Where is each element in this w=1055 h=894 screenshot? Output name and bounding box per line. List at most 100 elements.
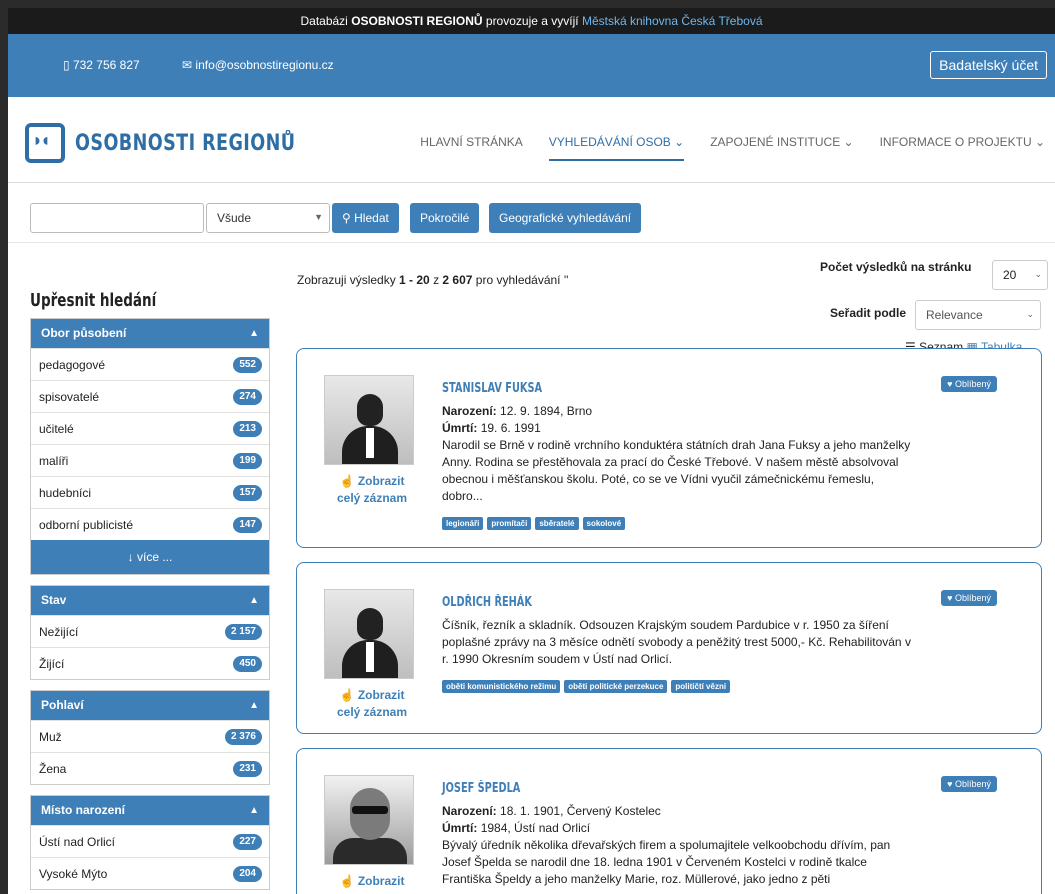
favorite-button[interactable]: ♥ Oblíbený <box>941 590 997 606</box>
person-bio: Bývalý úředník několika dřevařských fire… <box>442 838 891 886</box>
show-full-record-link[interactable]: ☝ Zobrazit celý záznam <box>327 473 417 507</box>
search-scope-value: Všude <box>217 211 252 225</box>
facet-item[interactable]: odborní publicisté 147 <box>31 508 269 540</box>
favorite-button[interactable]: ♥ Oblíbený <box>941 376 997 392</box>
screen-frame: Databázi OSOBNOSTI REGIONŮ provozuje a v… <box>0 0 1055 894</box>
count-badge: 2 157 <box>224 624 262 640</box>
operator-middle: provozuje a vyvíjí <box>485 14 579 28</box>
person-name[interactable]: JOSEF ŠPEDLA <box>442 781 520 796</box>
logo-text: OSOBNOSTI REGIONŮ <box>75 130 296 156</box>
library-link[interactable]: Městská knihovna Česká Třebová <box>582 14 763 28</box>
menu-institutions[interactable]: ZAPOJENÉ INSTITUCE ⌄ <box>710 135 853 161</box>
death-label: Úmrtí: <box>442 821 478 835</box>
geo-search-button[interactable]: Geografické vyhledávání <box>489 203 642 233</box>
tag[interactable]: legionáři <box>442 517 484 530</box>
researcher-account-button[interactable]: Badatelský účet <box>930 51 1047 79</box>
sort-select[interactable]: Relevance ⌄ <box>915 300 1041 330</box>
show-more-button[interactable]: ↓ více ... <box>31 540 269 574</box>
chevron-down-icon: ⌄ <box>1034 269 1042 279</box>
facet-item[interactable]: Žena 231 <box>31 752 269 784</box>
person-tags: legionáři promítači sběratelé sokolové <box>442 517 626 530</box>
page: Databázi OSOBNOSTI REGIONŮ provozuje a v… <box>8 8 1055 894</box>
email[interactable]: ✉ info@osobnostiregionu.cz <box>182 58 334 72</box>
birth-value: 12. 9. 1894, Brno <box>500 404 593 418</box>
facet-title: Stav <box>41 593 67 607</box>
person-photo <box>324 375 414 465</box>
show-full-record-link[interactable]: ☝ Zobrazit celý záznam <box>327 687 417 721</box>
operator-prefix: Databázi <box>300 14 348 28</box>
count-badge: 274 <box>233 389 262 405</box>
birth-label: Narození: <box>442 404 497 418</box>
death-value: 19. 6. 1991 <box>480 421 541 435</box>
advanced-search-button[interactable]: Pokročilé <box>410 203 480 233</box>
facet-header[interactable]: Obor působení ▲ <box>31 319 269 348</box>
person-bio: Číšník, řezník a skladník. Odsouzen Kraj… <box>442 618 911 666</box>
phone-icon: ▯ <box>63 58 70 72</box>
logo-icon <box>25 123 65 163</box>
tag[interactable]: oběti komunistického režimu <box>442 680 561 693</box>
person-card: ☝ Zobrazit celý záznam OLDŘICH ŘEHÁK Číš… <box>296 562 1042 734</box>
favorite-label: Oblíbený <box>954 779 991 789</box>
facet-item[interactable]: Nežijící 2 157 <box>31 615 269 647</box>
count-badge: 552 <box>233 357 262 373</box>
facet-item[interactable]: Vysoké Mýto 204 <box>31 857 269 889</box>
favorite-label: Oblíbený <box>954 379 991 389</box>
facet-title: Obor působení <box>41 326 127 340</box>
birth-label: Narození: <box>442 804 497 818</box>
person-name[interactable]: OLDŘICH ŘEHÁK <box>442 595 532 610</box>
facet-header[interactable]: Stav ▲ <box>31 586 269 615</box>
menu-project-info[interactable]: INFORMACE O PROJEKTU ⌄ <box>880 135 1045 161</box>
search-input[interactable] <box>30 203 204 233</box>
person-card: ☝ Zobrazit celý záznam STANISLAV FUKSA N… <box>296 348 1042 548</box>
per-page-select[interactable]: 20 ⌄ <box>992 260 1048 290</box>
facet-item[interactable]: Žijící 450 <box>31 647 269 679</box>
tag[interactable]: sběratelé <box>535 517 579 530</box>
chevron-down-icon: ⌄ <box>1026 309 1034 319</box>
summary-prefix: Zobrazuji výsledky <box>297 273 396 287</box>
site-logo[interactable]: OSOBNOSTI REGIONŮ <box>25 123 351 163</box>
facet-item[interactable]: učitelé 213 <box>31 412 269 444</box>
avatar-placeholder-icon <box>325 376 413 464</box>
facet-item[interactable]: spisovatelé 274 <box>31 380 269 412</box>
heart-icon: ♥ <box>947 593 953 603</box>
menu-home[interactable]: HLAVNÍ STRÁNKA <box>420 135 522 161</box>
facet-gender: Pohlaví ▲ Muž 2 376 Žena 231 <box>30 690 270 785</box>
tag[interactable]: promítači <box>487 517 532 530</box>
operator-bar: Databázi OSOBNOSTI REGIONŮ provozuje a v… <box>8 8 1055 34</box>
person-name[interactable]: STANISLAV FUKSA <box>442 381 542 396</box>
person-bio: Narodil se Brně v rodině vrchního konduk… <box>442 438 911 503</box>
sort-value: Relevance <box>926 308 983 322</box>
tag[interactable]: političtí vězni <box>671 680 731 693</box>
facet-header[interactable]: Místo narození ▲ <box>31 796 269 825</box>
facet-item[interactable]: pedagogové 552 <box>31 348 269 380</box>
per-page-label: Počet výsledků na stránku <box>820 260 972 274</box>
facet-item[interactable]: Ústí nad Orlicí 227 <box>31 825 269 857</box>
facet-item[interactable]: Muž 2 376 <box>31 720 269 752</box>
facet-birthplace: Místo narození ▲ Ústí nad Orlicí 227 Vyso… <box>30 795 270 890</box>
search-button[interactable]: ⚲ Hledat <box>332 203 399 233</box>
favorite-button[interactable]: ♥ Oblíbený <box>941 776 997 792</box>
heart-icon: ♥ <box>947 779 953 789</box>
search-scope-select[interactable]: Všude ▼ <box>206 203 330 233</box>
caret-up-icon: ▲ <box>249 595 259 606</box>
facet-label: hudebníci <box>39 486 92 500</box>
birth-value: 18. 1. 1901, Červený Kostelec <box>500 804 661 818</box>
show-full-record-link[interactable]: ☝ Zobrazit <box>327 873 417 890</box>
facet-item[interactable]: hudebníci 157 <box>31 476 269 508</box>
summary-total: 2 607 <box>442 273 473 287</box>
caret-up-icon: ▲ <box>249 805 259 816</box>
facet-label: Žijící <box>39 657 65 671</box>
facet-label: odborní publicisté <box>39 518 134 532</box>
facet-item[interactable]: malíři 199 <box>31 444 269 476</box>
tag[interactable]: sokolové <box>582 517 626 530</box>
count-badge: 231 <box>233 761 262 777</box>
search-icon: ⚲ <box>342 211 351 225</box>
sort-label: Seřadit podle <box>830 306 907 320</box>
envelope-icon: ✉ <box>182 58 193 72</box>
death-label: Úmrtí: <box>442 421 478 435</box>
facet-header[interactable]: Pohlaví ▲ <box>31 691 269 720</box>
menu-person-search[interactable]: VYHLEDÁVÁNÍ OSOB ⌄ <box>548 135 685 161</box>
phone[interactable]: ▯ 732 756 827 <box>63 58 140 72</box>
tag[interactable]: oběti politické perzekuce <box>564 680 668 693</box>
count-badge: 157 <box>233 485 262 501</box>
